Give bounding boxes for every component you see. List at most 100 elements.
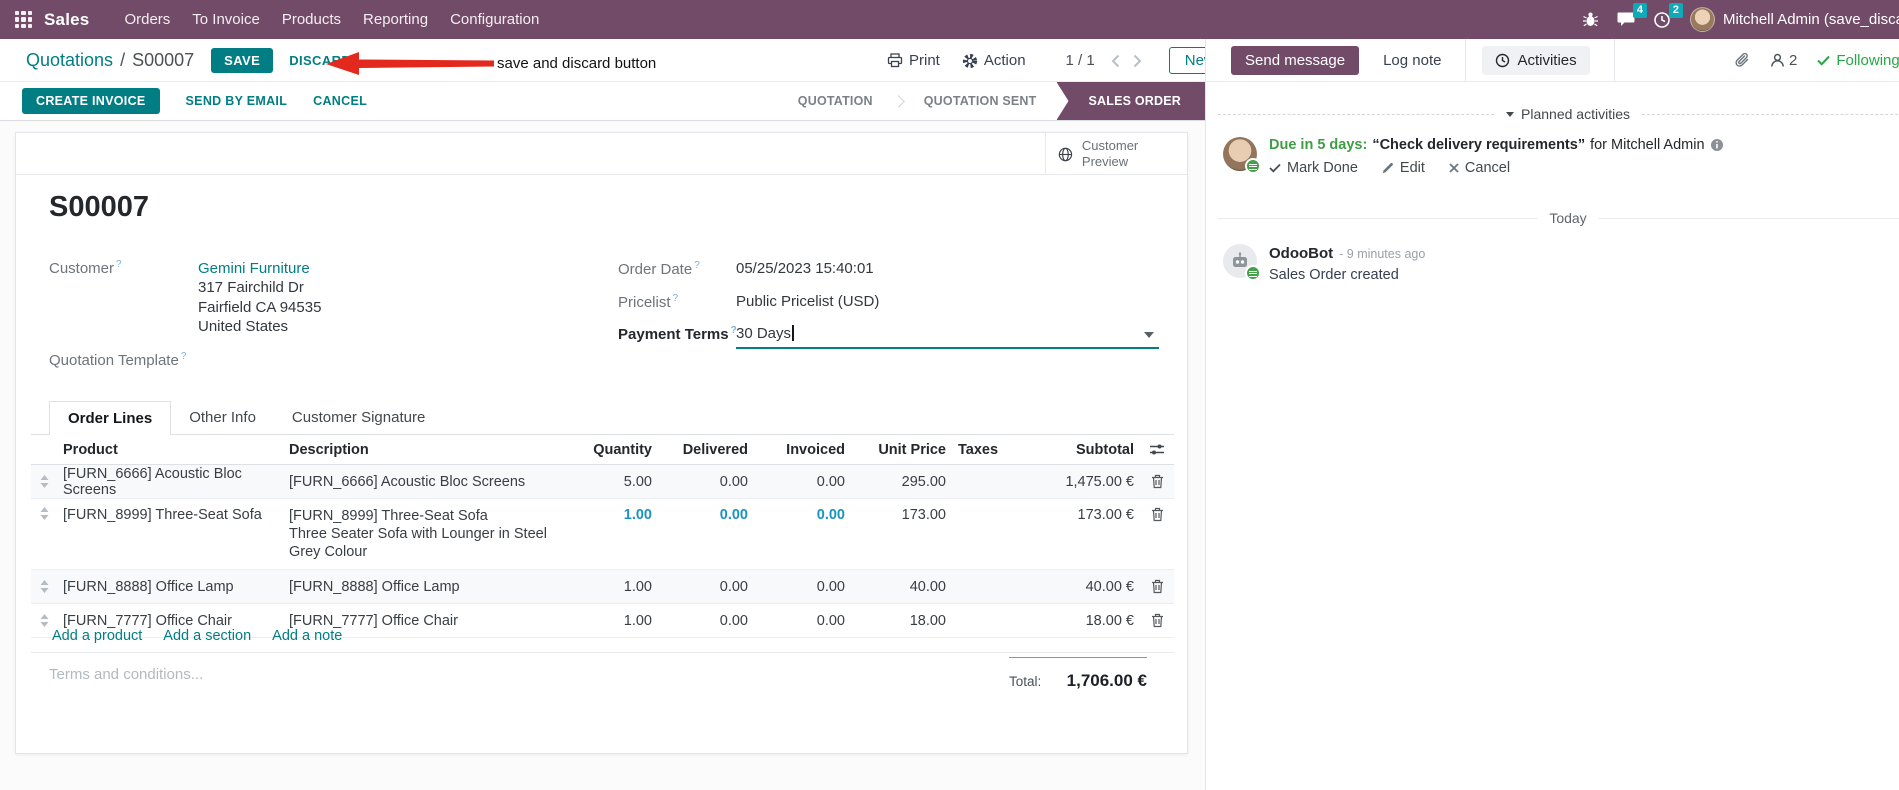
apps-grid-icon[interactable] bbox=[15, 11, 32, 28]
planned-activities-header[interactable]: Planned activities bbox=[1206, 106, 1899, 122]
menu-products[interactable]: Products bbox=[271, 0, 352, 39]
menu-to-invoice[interactable]: To Invoice bbox=[181, 0, 271, 39]
pricelist-field[interactable]: Public Pricelist (USD) bbox=[736, 293, 879, 310]
address-line: United States bbox=[198, 317, 289, 335]
cell-delivered[interactable]: 0.00 bbox=[658, 507, 754, 523]
action-button[interactable]: Action bbox=[962, 52, 1026, 69]
activity-assignee: for Mitchell Admin bbox=[1590, 137, 1705, 153]
activities-clock-icon[interactable]: 2 bbox=[1644, 0, 1683, 39]
print-button[interactable]: Print bbox=[887, 52, 940, 69]
stage-sales-order[interactable]: SALES ORDER bbox=[1056, 82, 1205, 120]
optional-columns-icon[interactable] bbox=[1140, 443, 1174, 456]
info-icon[interactable] bbox=[1710, 138, 1724, 152]
drag-handle-icon[interactable] bbox=[31, 507, 57, 520]
stage-quotation[interactable]: QUOTATION bbox=[778, 82, 893, 120]
cell-invoiced[interactable]: 0.00 bbox=[754, 474, 851, 490]
order-date-field[interactable]: 05/25/2023 15:40:01 bbox=[736, 260, 874, 277]
cancel-button[interactable]: CANCEL bbox=[313, 94, 367, 108]
activity-due: Due in 5 days: bbox=[1269, 137, 1368, 153]
menu-orders[interactable]: Orders bbox=[113, 0, 181, 39]
pager-next-icon[interactable] bbox=[1127, 49, 1149, 73]
payment-terms-field[interactable]: 30 Days bbox=[736, 325, 794, 342]
add-product-link[interactable]: Add a product bbox=[52, 628, 142, 644]
cell-unit-price[interactable]: 295.00 bbox=[851, 474, 952, 490]
col-description[interactable]: Description bbox=[283, 441, 572, 459]
drag-handle-icon[interactable] bbox=[31, 475, 57, 488]
sheet-header: Customer Preview bbox=[16, 133, 1187, 175]
cell-delivered[interactable]: 0.00 bbox=[658, 474, 754, 490]
delete-row-icon[interactable] bbox=[1140, 579, 1174, 594]
customer-preview-button[interactable]: Customer Preview bbox=[1045, 133, 1187, 175]
customer-label: Customer? bbox=[49, 259, 122, 277]
send-message-button[interactable]: Send message bbox=[1231, 45, 1360, 75]
cell-unit-price[interactable]: 40.00 bbox=[851, 579, 952, 595]
cell-quantity[interactable]: 1.00 bbox=[572, 507, 658, 523]
cell-description[interactable]: [FURN_6666] Acoustic Bloc Screens bbox=[283, 473, 572, 491]
cancel-activity-button[interactable]: Cancel bbox=[1449, 160, 1510, 176]
col-subtotal[interactable]: Subtotal bbox=[1018, 442, 1140, 458]
table-row[interactable]: [FURN_8888] Office Lamp [FURN_8888] Offi… bbox=[31, 570, 1174, 604]
col-quantity[interactable]: Quantity bbox=[572, 442, 658, 458]
drag-handle-icon[interactable] bbox=[31, 580, 57, 593]
create-invoice-button[interactable]: CREATE INVOICE bbox=[22, 88, 160, 114]
mark-done-button[interactable]: Mark Done bbox=[1269, 160, 1358, 176]
breadcrumb-quotations[interactable]: Quotations bbox=[26, 50, 113, 71]
terms-placeholder[interactable]: Terms and conditions... bbox=[49, 666, 203, 683]
col-taxes[interactable]: Taxes bbox=[952, 442, 1018, 458]
attachments-paperclip-icon[interactable] bbox=[1734, 52, 1750, 69]
cell-product[interactable]: [FURN_8888] Office Lamp bbox=[57, 579, 283, 595]
activities-button[interactable]: Activities bbox=[1482, 45, 1590, 75]
tab-order-lines[interactable]: Order Lines bbox=[49, 401, 172, 435]
delete-row-icon[interactable] bbox=[1140, 507, 1174, 522]
following-button[interactable]: Following bbox=[1817, 52, 1899, 69]
cell-description[interactable]: [FURN_8888] Office Lamp bbox=[283, 578, 572, 596]
cell-description[interactable]: [FURN_8999] Three-Seat Sofa Three Seater… bbox=[283, 507, 572, 561]
customer-link[interactable]: Gemini Furniture bbox=[198, 259, 321, 278]
col-product[interactable]: Product bbox=[57, 442, 283, 458]
stage-quotation-sent[interactable]: QUOTATION SENT bbox=[904, 82, 1057, 120]
gear-icon bbox=[962, 53, 977, 68]
debug-bug-icon[interactable] bbox=[1572, 0, 1608, 39]
cell-unit-price[interactable]: 173.00 bbox=[851, 507, 952, 523]
text-cursor bbox=[792, 325, 794, 341]
table-row[interactable]: [FURN_8999] Three-Seat Sofa [FURN_8999] … bbox=[31, 499, 1174, 570]
odoobot-avatar[interactable] bbox=[1223, 244, 1261, 281]
globe-icon bbox=[1058, 147, 1073, 161]
cell-invoiced[interactable]: 0.00 bbox=[754, 579, 851, 595]
cell-invoiced[interactable]: 0.00 bbox=[754, 507, 851, 523]
message-author[interactable]: OdooBot bbox=[1269, 245, 1333, 262]
menu-configuration[interactable]: Configuration bbox=[439, 0, 550, 39]
messages-icon[interactable]: 4 bbox=[1608, 0, 1647, 39]
add-note-link[interactable]: Add a note bbox=[272, 628, 342, 644]
col-unit-price[interactable]: Unit Price bbox=[851, 442, 952, 458]
activity-avatar[interactable] bbox=[1223, 137, 1261, 174]
cell-quantity[interactable]: 1.00 bbox=[572, 579, 658, 595]
tab-customer-signature[interactable]: Customer Signature bbox=[274, 401, 443, 434]
breadcrumb-current: S00007 bbox=[132, 49, 195, 70]
col-invoiced[interactable]: Invoiced bbox=[754, 442, 851, 458]
user-menu[interactable]: Mitchell Admin (save_discard bbox=[1690, 7, 1899, 32]
table-row[interactable]: [FURN_6666] Acoustic Bloc Screens [FURN_… bbox=[31, 465, 1174, 499]
send-by-email-button[interactable]: SEND BY EMAIL bbox=[186, 94, 288, 108]
cell-product[interactable]: [FURN_6666] Acoustic Bloc Screens bbox=[57, 466, 283, 498]
app-title[interactable]: Sales bbox=[44, 10, 89, 30]
tab-other-info[interactable]: Other Info bbox=[171, 401, 274, 434]
user-avatar bbox=[1690, 7, 1715, 32]
cell-quantity[interactable]: 5.00 bbox=[572, 474, 658, 490]
form-view: Customer Preview S00007 Customer? Gemini… bbox=[0, 121, 1205, 790]
log-note-button[interactable]: Log note bbox=[1383, 52, 1441, 69]
cell-product[interactable]: [FURN_8999] Three-Seat Sofa bbox=[57, 507, 283, 523]
save-button[interactable]: SAVE bbox=[211, 47, 274, 73]
delete-row-icon[interactable] bbox=[1140, 474, 1174, 489]
annotation-label: save and discard button bbox=[497, 55, 657, 72]
col-delivered[interactable]: Delivered bbox=[658, 442, 754, 458]
cell-delivered[interactable]: 0.00 bbox=[658, 579, 754, 595]
edit-activity-button[interactable]: Edit bbox=[1382, 160, 1425, 176]
menu-reporting[interactable]: Reporting bbox=[352, 0, 439, 39]
followers-button[interactable]: 2 bbox=[1770, 52, 1797, 69]
payment-terms-dropdown-icon[interactable] bbox=[1144, 332, 1154, 338]
pager: 1 / 1 bbox=[1065, 52, 1095, 69]
order-lines-table: Product Description Quantity Delivered I… bbox=[31, 435, 1174, 638]
pager-previous-icon[interactable] bbox=[1105, 49, 1127, 73]
add-section-link[interactable]: Add a section bbox=[163, 628, 251, 644]
